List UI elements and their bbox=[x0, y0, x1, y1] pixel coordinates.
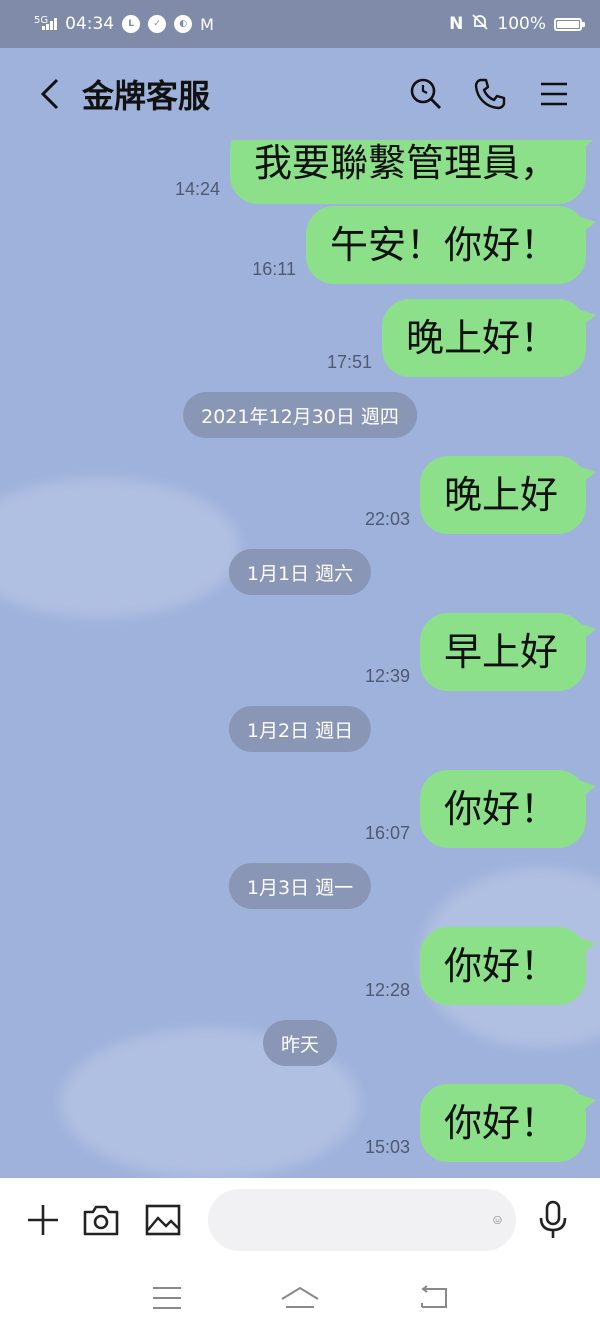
message-row: 14:24 我要聯繫管理員， bbox=[174, 140, 597, 204]
return-icon bbox=[421, 1284, 448, 1308]
message-bubble[interactable]: 你好！ bbox=[419, 927, 597, 1005]
network-type: 5G bbox=[34, 15, 49, 26]
message-row: 12:28 你好！ bbox=[364, 927, 597, 1005]
add-button[interactable] bbox=[20, 1197, 66, 1243]
battery-percent: 100% bbox=[497, 14, 546, 34]
leaf-notification-icon: ◐ bbox=[174, 15, 193, 33]
message-row: 16:11 午安！你好！ bbox=[252, 206, 597, 284]
battery-icon bbox=[554, 17, 585, 31]
system-nav-bar bbox=[0, 1262, 600, 1333]
search-button[interactable] bbox=[404, 72, 448, 116]
call-button[interactable] bbox=[468, 72, 512, 116]
voice-button[interactable] bbox=[530, 1197, 576, 1243]
date-separator: 1月2日 週日 bbox=[228, 706, 372, 752]
message-row: 16:07 你好！ bbox=[364, 770, 597, 848]
home-button[interactable] bbox=[270, 1273, 330, 1323]
message-time: 16:11 bbox=[252, 259, 296, 279]
message-bubble[interactable]: 你好！ bbox=[419, 770, 597, 848]
plus-icon bbox=[28, 1205, 58, 1235]
back-arrow-icon bbox=[40, 78, 59, 110]
message-row: 22:03 晚上好 bbox=[364, 456, 597, 534]
search-icon bbox=[410, 78, 441, 109]
message-input-bar bbox=[0, 1178, 600, 1262]
message-bubble[interactable]: 午安！你好！ bbox=[305, 206, 597, 284]
message-bubble[interactable]: 你好！ bbox=[419, 1084, 597, 1162]
check-notification-icon: ✓ bbox=[148, 15, 167, 33]
message-time: 12:39 bbox=[364, 666, 410, 686]
message-bubble[interactable]: 晚上好 bbox=[419, 456, 597, 534]
gallery-button[interactable] bbox=[140, 1197, 186, 1243]
recent-apps-button[interactable] bbox=[137, 1273, 197, 1323]
line-notification-icon: L bbox=[122, 15, 141, 33]
message-time: 17:51 bbox=[326, 352, 372, 372]
emoji-icon[interactable] bbox=[493, 1202, 502, 1238]
message-row: 17:51 晚上好！ bbox=[326, 299, 597, 377]
nfc-icon: N bbox=[449, 14, 464, 34]
message-time: 16:07 bbox=[364, 823, 410, 843]
mail-notification-icon: M bbox=[200, 14, 214, 34]
message-time: 14:24 bbox=[174, 179, 220, 199]
date-separator: 昨天 bbox=[262, 1020, 338, 1066]
date-separator: 1月3日 週一 bbox=[228, 863, 372, 909]
mute-icon bbox=[471, 13, 489, 36]
message-list[interactable]: 14:24 我要聯繫管理員， 16:11 午安！你好！ 17:51 晚上好！ 2… bbox=[0, 140, 600, 1178]
image-icon bbox=[145, 1204, 181, 1236]
message-row: 15:03 你好！ bbox=[364, 1084, 597, 1162]
message-bubble[interactable]: 晚上好！ bbox=[381, 299, 597, 377]
camera-icon bbox=[83, 1205, 119, 1236]
chat-title: 金牌客服 bbox=[82, 77, 211, 115]
chat-header: 金牌客服 bbox=[0, 48, 600, 140]
status-bar: 5G 04:34 L ✓ ◐ M N 100% bbox=[0, 0, 600, 48]
camera-button[interactable] bbox=[78, 1197, 124, 1243]
date-separator: 1月1日 週六 bbox=[228, 549, 372, 595]
message-row: 12:39 早上好 bbox=[364, 613, 597, 691]
clock: 04:34 bbox=[65, 14, 115, 34]
back-nav-button[interactable] bbox=[403, 1273, 463, 1323]
phone-icon bbox=[474, 78, 506, 110]
date-separator: 2021年12月30日 週四 bbox=[183, 392, 417, 438]
message-bubble[interactable]: 早上好 bbox=[419, 613, 597, 691]
message-input[interactable] bbox=[228, 1208, 493, 1232]
microphone-icon bbox=[539, 1200, 567, 1238]
hamburger-menu-icon bbox=[541, 82, 567, 106]
back-button[interactable] bbox=[20, 64, 80, 124]
message-input-container bbox=[208, 1189, 516, 1251]
home-icon bbox=[281, 1286, 319, 1308]
message-time: 15:03 bbox=[364, 1137, 410, 1157]
message-time: 22:03 bbox=[364, 509, 410, 529]
signal-indicator: 5G bbox=[34, 15, 58, 30]
message-time: 12:28 bbox=[364, 980, 410, 1000]
message-bubble[interactable]: 我要聯繫管理員， bbox=[229, 140, 597, 204]
chat-area: 金牌客服 14:24 我要聯繫管理員， 16:11 午安！你好！ 17:51 晚… bbox=[0, 48, 600, 1178]
menu-lines-icon bbox=[152, 1286, 181, 1309]
menu-button[interactable] bbox=[532, 72, 576, 116]
